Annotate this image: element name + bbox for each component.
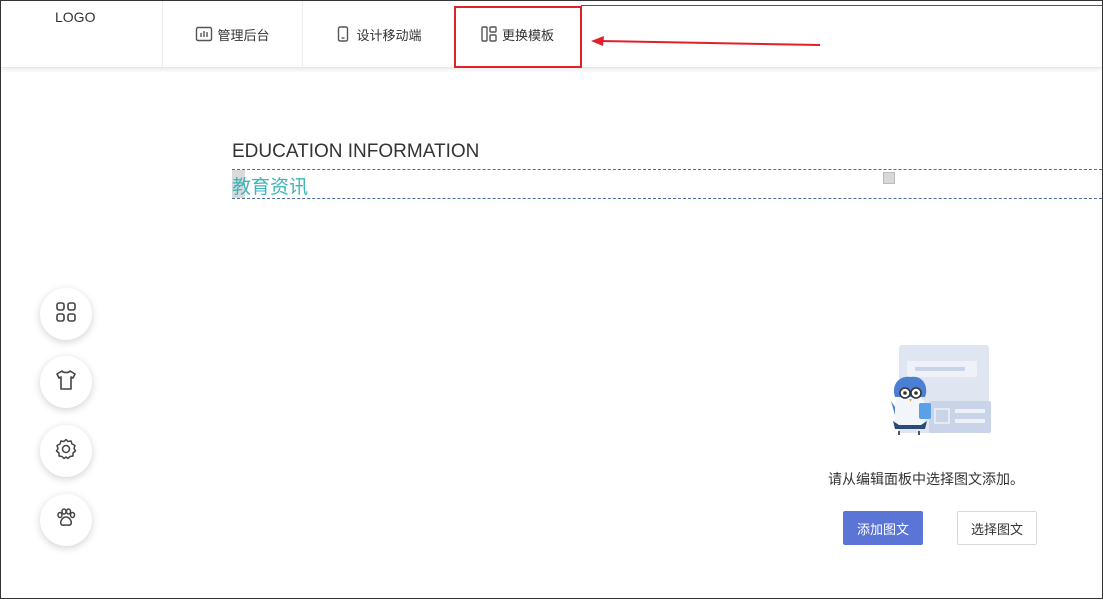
add-article-button[interactable]: 添加图文	[843, 511, 923, 545]
empty-state-message: 请从编辑面板中选择图文添加。	[828, 472, 1024, 488]
side-button-theme[interactable]	[40, 356, 92, 408]
nav-mobile-design[interactable]: 设计移动端	[302, 1, 454, 67]
bar-chart-icon	[195, 25, 213, 43]
page-frame: LOGO 管理后台 设计移动端 更换模板 EDUCATION INFORMATI…	[0, 0, 1103, 599]
gear-icon	[54, 437, 78, 465]
nav-template-label: 更换模板	[501, 28, 554, 44]
side-button-settings[interactable]	[40, 425, 92, 477]
subtitle-editable-box[interactable]: 教育资讯	[232, 169, 1102, 199]
logo: LOGO	[55, 9, 96, 25]
nav-admin-label: 管理后台	[217, 28, 270, 44]
grid-icon	[54, 300, 78, 328]
template-icon	[480, 25, 498, 43]
nav-change-template[interactable]: 更换模板	[454, 1, 580, 67]
nav-mobile-label: 设计移动端	[356, 28, 422, 44]
nav-admin[interactable]: 管理后台	[162, 1, 303, 67]
empty-state-illustration	[891, 345, 991, 435]
side-button-paw[interactable]	[40, 494, 92, 546]
paw-icon	[54, 506, 78, 534]
image-placeholder-icon[interactable]	[883, 172, 895, 184]
section-title: EDUCATION INFORMATION	[232, 141, 480, 162]
shirt-icon	[54, 368, 78, 396]
divider-line	[581, 5, 1102, 6]
section-subtitle: 教育资讯	[232, 176, 309, 198]
mobile-icon	[334, 25, 352, 43]
top-bar: LOGO 管理后台 设计移动端 更换模板	[1, 1, 1102, 68]
side-button-grid[interactable]	[40, 288, 92, 340]
select-article-button[interactable]: 选择图文	[957, 511, 1037, 545]
